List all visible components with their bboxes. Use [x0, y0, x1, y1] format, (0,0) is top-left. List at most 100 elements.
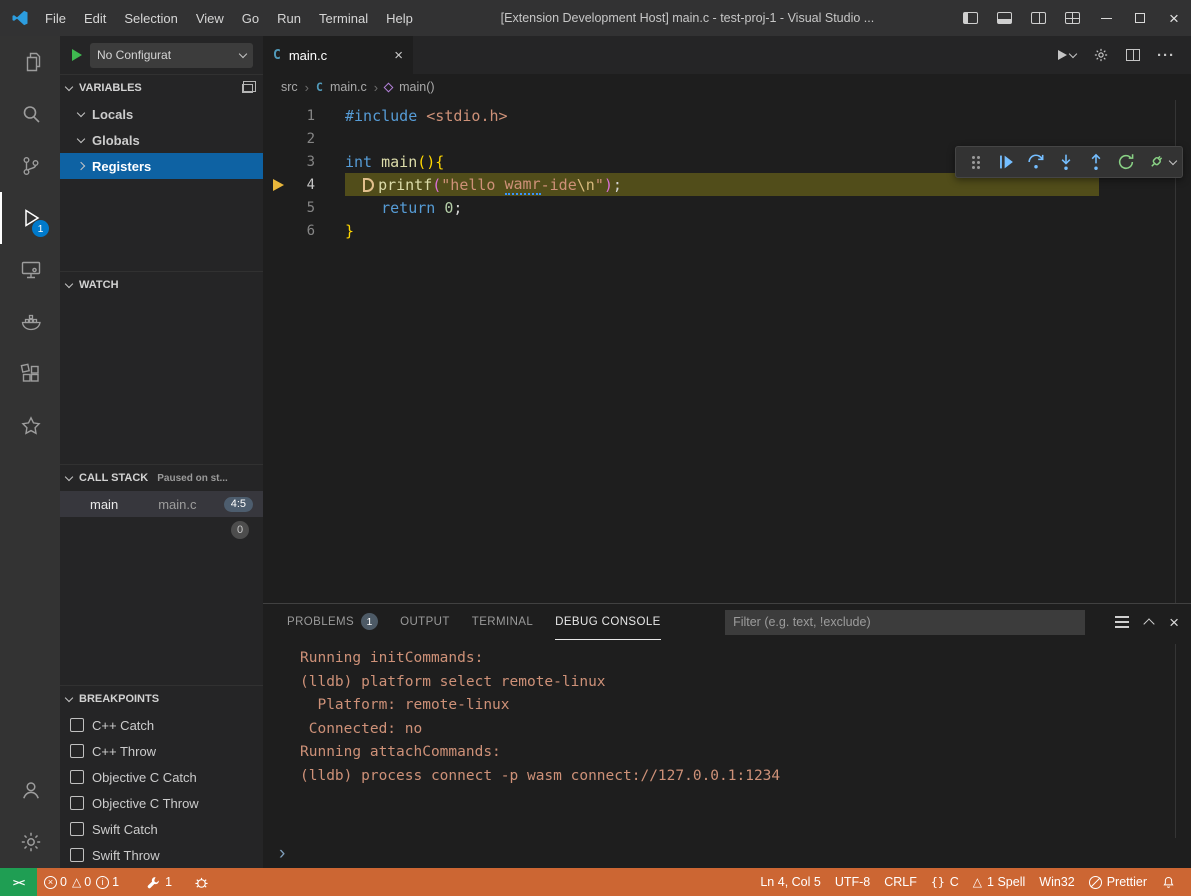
- checkbox[interactable]: [70, 796, 84, 810]
- inline-breakpoint-icon[interactable]: [363, 178, 374, 192]
- breadcrumb-folder[interactable]: src: [281, 80, 298, 94]
- checkbox[interactable]: [70, 770, 84, 784]
- tab-debug-console[interactable]: DEBUG CONSOLE: [555, 604, 661, 640]
- variables-scope-locals[interactable]: Locals: [60, 101, 263, 127]
- breakpoint-objc-throw[interactable]: Objective C Throw: [60, 790, 263, 816]
- breadcrumb-symbol[interactable]: main(): [399, 80, 434, 94]
- settings-gear-icon[interactable]: [0, 816, 60, 868]
- accounts-icon[interactable]: [0, 764, 60, 816]
- console-settings-icon[interactable]: [1115, 621, 1129, 623]
- continue-button[interactable]: [992, 148, 1020, 176]
- breakpoints-header[interactable]: BREAKPOINTS: [60, 686, 263, 712]
- extensions-icon[interactable]: [0, 348, 60, 400]
- formatter-status[interactable]: Prettier: [1082, 868, 1154, 896]
- menu-item-help[interactable]: Help: [377, 0, 422, 36]
- checkbox[interactable]: [70, 718, 84, 732]
- source-control-icon[interactable]: [0, 140, 60, 192]
- minimize-button[interactable]: [1089, 0, 1123, 36]
- menu-item-file[interactable]: File: [36, 0, 75, 36]
- watch-header[interactable]: WATCH: [60, 272, 263, 298]
- checkbox[interactable]: [70, 848, 84, 862]
- customize-layout-icon[interactable]: [1055, 0, 1089, 36]
- close-panel-icon[interactable]: ×: [1169, 614, 1179, 631]
- menu-item-selection[interactable]: Selection: [115, 0, 186, 36]
- editor-settings-gear-icon[interactable]: [1093, 47, 1109, 63]
- close-tab-icon[interactable]: ×: [394, 47, 403, 64]
- problems-status[interactable]: ×0 △0 i1: [37, 868, 126, 896]
- platform-indicator[interactable]: Win32: [1032, 868, 1081, 896]
- menu-item-go[interactable]: Go: [233, 0, 268, 36]
- menu-item-terminal[interactable]: Terminal: [310, 0, 377, 36]
- open-view-icon[interactable]: [242, 84, 253, 93]
- tab-terminal[interactable]: TERMINAL: [472, 604, 533, 640]
- problems-count-badge: 1: [361, 613, 378, 630]
- toolbar-drag-handle[interactable]: [962, 148, 990, 176]
- debug-console-output[interactable]: Running initCommands: (lldb) platform se…: [263, 640, 1191, 840]
- breadcrumb-file[interactable]: main.c: [330, 80, 367, 94]
- code-editor[interactable]: 1 #include <stdio.h> 2 3 int main(){: [263, 100, 1191, 603]
- cursor-position[interactable]: Ln 4, Col 5: [753, 868, 827, 896]
- variables-scope-globals[interactable]: Globals: [60, 127, 263, 153]
- maximize-button[interactable]: [1123, 0, 1157, 36]
- frame-name: main: [90, 497, 118, 512]
- chevron-down-icon[interactable]: [1169, 156, 1177, 164]
- menu-item-view[interactable]: View: [187, 0, 233, 36]
- run-or-debug-button[interactable]: [1058, 50, 1076, 60]
- breakpoint-swift-catch[interactable]: Swift Catch: [60, 816, 263, 842]
- call-stack-header[interactable]: CALL STACK Paused on st...: [60, 465, 263, 491]
- toggle-secondary-sidebar-icon[interactable]: [1021, 0, 1055, 36]
- breakpoint-label: C++ Throw: [92, 744, 156, 759]
- debug-config-dropdown[interactable]: No Configurat: [90, 43, 253, 68]
- start-debug-icon[interactable]: [72, 49, 82, 61]
- toolchain-status[interactable]: 1: [140, 868, 179, 896]
- breakpoint-cpp-throw[interactable]: C++ Throw: [60, 738, 263, 764]
- language-mode[interactable]: {} C: [924, 868, 966, 896]
- maximize-panel-icon[interactable]: [1143, 618, 1154, 629]
- play-icon: [1058, 50, 1067, 60]
- remote-explorer-icon[interactable]: [0, 244, 60, 296]
- variables-scope-registers[interactable]: Registers: [60, 153, 263, 179]
- breakpoint-objc-catch[interactable]: Objective C Catch: [60, 764, 263, 790]
- variables-title: VARIABLES: [79, 82, 142, 94]
- panel-tab-label: TERMINAL: [472, 616, 533, 628]
- encoding-indicator[interactable]: UTF-8: [828, 868, 877, 896]
- star-icon[interactable]: [0, 400, 60, 452]
- warning-count: 0: [84, 875, 91, 889]
- breakpoint-swift-throw[interactable]: Swift Throw: [60, 842, 263, 868]
- remote-indicator[interactable]: ><: [0, 868, 37, 896]
- debug-status[interactable]: [187, 868, 216, 896]
- step-over-button[interactable]: [1022, 148, 1050, 176]
- console-filter-input[interactable]: [725, 610, 1085, 635]
- toggle-sidebar-icon[interactable]: [953, 0, 987, 36]
- run-and-debug-icon[interactable]: 1: [0, 192, 60, 244]
- disconnect-button[interactable]: [1142, 148, 1170, 176]
- console-input-prompt[interactable]: ›: [263, 840, 1191, 868]
- code-text: }: [315, 222, 354, 240]
- tab-output[interactable]: OUTPUT: [400, 604, 450, 640]
- step-out-button[interactable]: [1082, 148, 1110, 176]
- step-into-button[interactable]: [1052, 148, 1080, 176]
- stack-frame-row[interactable]: main main.c 4:5: [60, 491, 263, 517]
- line-number: 2: [293, 131, 315, 147]
- checkbox[interactable]: [70, 744, 84, 758]
- notifications-bell[interactable]: [1154, 868, 1183, 896]
- explorer-icon[interactable]: [0, 36, 60, 88]
- split-editor-icon[interactable]: [1126, 49, 1140, 61]
- search-icon[interactable]: [0, 88, 60, 140]
- toggle-panel-icon[interactable]: [987, 0, 1021, 36]
- close-window-button[interactable]: ×: [1157, 0, 1191, 36]
- checkbox[interactable]: [70, 822, 84, 836]
- eol-indicator[interactable]: CRLF: [877, 868, 924, 896]
- more-actions-icon[interactable]: ···: [1157, 47, 1175, 64]
- breakpoint-cpp-catch[interactable]: C++ Catch: [60, 712, 263, 738]
- tab-problems[interactable]: PROBLEMS 1: [287, 604, 378, 640]
- chevron-down-icon: [65, 82, 73, 90]
- restart-button[interactable]: [1112, 148, 1140, 176]
- tab-main-c[interactable]: C main.c ×: [263, 36, 413, 74]
- menu-item-run[interactable]: Run: [268, 0, 310, 36]
- breakpoint-gutter[interactable]: [263, 179, 293, 191]
- spell-checker-status[interactable]: △ 1 Spell: [966, 868, 1032, 896]
- variables-header[interactable]: VARIABLES: [60, 75, 263, 101]
- menu-item-edit[interactable]: Edit: [75, 0, 115, 36]
- docker-icon[interactable]: [0, 296, 60, 348]
